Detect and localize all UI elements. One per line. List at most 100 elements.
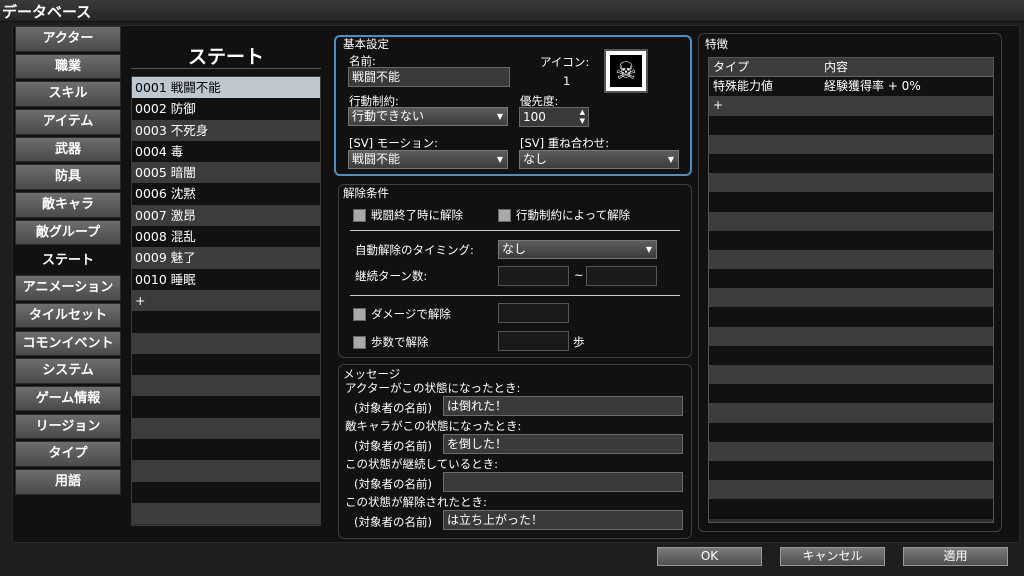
overlay-dropdown[interactable]: なし ▼ xyxy=(519,150,679,169)
traits-row[interactable]: 特殊能力値 経験獲得率 + 0% xyxy=(709,77,993,97)
category-button[interactable]: 敵キャラ xyxy=(15,192,121,218)
list-item[interactable] xyxy=(132,460,320,482)
list-item[interactable]: 0009 魅了 xyxy=(132,247,320,269)
list-item[interactable] xyxy=(132,417,320,440)
list-item[interactable]: 0004 毒 xyxy=(132,140,320,163)
traits-row[interactable] xyxy=(709,345,993,365)
target-name-prefix: (対象者の名前) xyxy=(354,477,432,491)
list-item[interactable]: 0002 防御 xyxy=(132,98,320,120)
timing-dropdown[interactable]: なし ▼ xyxy=(498,240,657,259)
add-trait[interactable]: + xyxy=(713,98,723,112)
traits-row[interactable] xyxy=(709,499,993,519)
steps-checkbox[interactable]: 歩数で解除 xyxy=(353,334,429,350)
turns-min-field[interactable] xyxy=(498,266,569,286)
ok-button[interactable]: OK xyxy=(657,547,762,566)
motion-value: 戦闘不能 xyxy=(352,152,401,166)
category-button[interactable]: ゲーム情報 xyxy=(15,385,121,412)
trait-type: 特殊能力値 xyxy=(713,79,774,94)
traits-row[interactable] xyxy=(709,441,993,461)
list-item[interactable] xyxy=(132,375,320,397)
list-item[interactable] xyxy=(132,332,320,354)
removal-label: 解除条件 xyxy=(343,186,389,200)
turns-max-field[interactable] xyxy=(586,266,657,286)
category-button[interactable]: スキル xyxy=(15,81,121,107)
chevron-down-icon: ▼ xyxy=(645,245,652,254)
traits-row[interactable] xyxy=(709,365,993,385)
restriction-dropdown[interactable]: 行動できない ▼ xyxy=(348,107,508,126)
checkbox-box xyxy=(353,307,366,321)
traits-row[interactable] xyxy=(709,134,993,154)
target-name-prefix: (対象者の名前) xyxy=(354,515,432,529)
category-button[interactable]: タイプ xyxy=(15,441,121,467)
restriction-remove-label: 行動制約によって解除 xyxy=(516,208,631,222)
list-item[interactable]: 0007 激昂 xyxy=(132,204,320,227)
category-button[interactable]: アクター xyxy=(15,26,121,52)
traits-row[interactable] xyxy=(709,384,993,404)
traits-header: タイプ 内容 xyxy=(709,58,993,78)
apply-button[interactable]: 適用 xyxy=(903,547,1008,566)
traits-row[interactable] xyxy=(709,115,993,135)
category-button[interactable]: 用語 xyxy=(15,469,121,495)
traits-row[interactable] xyxy=(709,422,993,442)
message-field[interactable]: は立ち上がった！ xyxy=(443,510,683,530)
motion-dropdown[interactable]: 戦闘不能 ▼ xyxy=(348,150,508,169)
traits-row[interactable] xyxy=(709,480,993,500)
category-button[interactable]: アイテム xyxy=(15,109,121,135)
traits-row[interactable] xyxy=(709,307,993,327)
message-field[interactable]: を倒した！ xyxy=(443,434,683,454)
list-item[interactable]: + xyxy=(132,289,320,312)
category-button[interactable]: タイルセット xyxy=(15,302,121,329)
category-button[interactable]: 敵グループ xyxy=(15,219,121,246)
cancel-button[interactable]: キャンセル xyxy=(780,547,885,566)
category-button[interactable]: 武器 xyxy=(15,136,121,163)
damage-field[interactable] xyxy=(498,303,569,323)
traits-row[interactable] xyxy=(709,173,993,193)
list-item[interactable] xyxy=(132,353,320,376)
state-list[interactable]: 0001 戦闘不能 0002 防御 0003 不死身 0004 毒 0005 暗闇 000… xyxy=(131,76,321,526)
category-list: アクター 職業 スキル アイテム 武器 防具 敵キャラ 敵グループ ステート アニメーション タイル… xyxy=(15,26,121,497)
list-item[interactable]: 0008 混乱 xyxy=(132,226,320,248)
damage-checkbox[interactable]: ダメージで解除 xyxy=(353,306,451,322)
name-field[interactable]: 戦闘不能 xyxy=(348,67,510,87)
list-item[interactable] xyxy=(132,396,320,418)
list-item[interactable]: 0006 沈黙 xyxy=(132,183,320,205)
message-field[interactable] xyxy=(443,472,683,492)
skull-icon[interactable]: ☠ xyxy=(604,49,648,93)
category-button[interactable]: ステート xyxy=(15,247,121,273)
category-button[interactable]: 職業 xyxy=(15,53,121,80)
traits-row[interactable] xyxy=(709,460,993,481)
traits-row[interactable] xyxy=(709,192,993,212)
battle-end-checkbox[interactable]: 戦闘終了時に解除 xyxy=(353,207,463,223)
list-item[interactable]: 0001 戦闘不能 xyxy=(132,77,320,99)
category-button[interactable]: リージョン xyxy=(15,413,121,440)
category-button[interactable]: アニメーション xyxy=(15,275,121,301)
traits-row[interactable] xyxy=(709,249,993,270)
traits-row[interactable] xyxy=(709,153,993,174)
traits-row[interactable] xyxy=(709,288,993,308)
list-item[interactable] xyxy=(132,502,320,525)
traits-row[interactable] xyxy=(709,211,993,231)
steps-field[interactable] xyxy=(498,331,569,351)
restriction-checkbox[interactable]: 行動制約によって解除 xyxy=(498,207,630,223)
list-item[interactable]: 0003 不死身 xyxy=(132,119,320,141)
target-name-prefix: (対象者の名前) xyxy=(354,439,432,453)
priority-value: 100 xyxy=(523,110,546,124)
traits-row[interactable]: + xyxy=(709,96,993,116)
list-item[interactable] xyxy=(132,311,320,333)
traits-table[interactable]: タイプ 内容 特殊能力値 経験獲得率 + 0% + xyxy=(708,57,994,523)
list-item[interactable] xyxy=(132,439,320,461)
chevron-down-icon: ▼ xyxy=(667,155,674,164)
traits-row[interactable] xyxy=(709,230,993,250)
list-item[interactable]: 0010 睡眠 xyxy=(132,268,320,290)
category-button[interactable]: コモンイベント xyxy=(15,330,121,357)
priority-spinner[interactable]: 100 ▲ ▼ xyxy=(519,107,589,127)
traits-row[interactable] xyxy=(709,326,993,346)
category-button[interactable]: 防具 xyxy=(15,164,121,190)
traits-row[interactable] xyxy=(709,269,993,289)
list-item[interactable] xyxy=(132,481,320,503)
list-item[interactable]: 0005 暗闇 xyxy=(132,162,320,184)
col-type-header: タイプ xyxy=(713,60,750,74)
message-field[interactable]: は倒れた！ xyxy=(443,396,683,416)
category-button[interactable]: システム xyxy=(15,358,121,384)
traits-row[interactable] xyxy=(709,403,993,423)
